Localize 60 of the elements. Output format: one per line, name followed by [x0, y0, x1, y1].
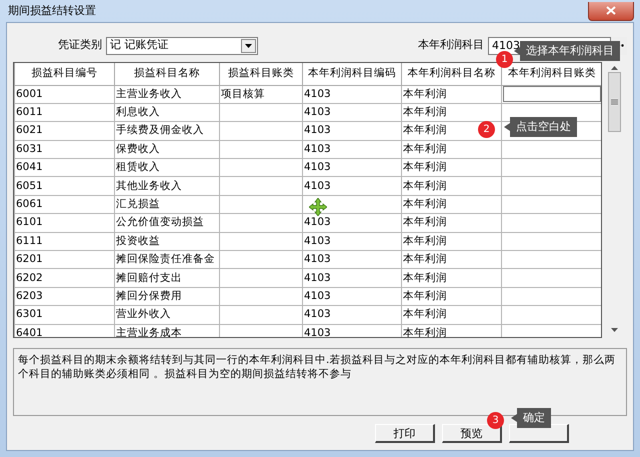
table-cell: 6111 [14, 232, 114, 251]
table-cell: 本年利润 [402, 85, 502, 104]
callout-tooltip: 点击空白处 [504, 117, 577, 137]
table-cell: 4103 [302, 268, 402, 288]
profit-account-label: 本年利润科目 [418, 37, 484, 54]
table-cell: 本年利润 [402, 306, 502, 324]
table-cell: 主营业务收入 [114, 85, 220, 104]
table-cell: 本年利润 [402, 158, 502, 177]
table-cell: 6301 [14, 306, 114, 324]
window-title: 期间损益结转设置 [7, 2, 96, 19]
table-cell: 4103 [302, 250, 402, 269]
table-cell: 6061 [14, 195, 114, 214]
table-cell: 4103 [302, 103, 402, 122]
table-cell: 4103 [302, 214, 402, 232]
table-cell: 6021 [14, 122, 114, 140]
table-cell: 4103 [302, 324, 402, 337]
table-cell: 汇兑损益 [114, 195, 220, 214]
table-cell: 6051 [14, 176, 114, 196]
table-cell: 本年利润 [402, 324, 502, 337]
table-cell: 4103 [302, 85, 402, 104]
table-cell: 6202 [14, 268, 114, 288]
table-cell: 摊回分保费用 [114, 287, 220, 306]
table-cell: 项目核算 [220, 85, 302, 104]
table-cell: 投资收益 [114, 232, 220, 251]
table-cell: 6203 [14, 287, 114, 306]
table-cell: 本年利润 [402, 268, 502, 288]
table-cell: 6041 [14, 158, 114, 177]
table-cell: 本年利润 [402, 140, 502, 159]
table-cell: 本年利润 [402, 176, 502, 196]
table-cell: 4103 [302, 140, 402, 159]
table-cell: 利息收入 [114, 103, 220, 122]
table-cell: 主营业务成本 [114, 324, 220, 337]
table-cell: 本年利润 [402, 287, 502, 306]
table-cell: 保费收入 [114, 140, 220, 159]
voucher-type-label: 凭证类别 [58, 37, 102, 54]
table-cell: 6101 [14, 214, 114, 232]
table-cell: 6011 [14, 103, 114, 122]
table-cell: 本年利润 [402, 214, 502, 232]
table-cell: 6001 [14, 85, 114, 104]
table-cell: 6201 [14, 250, 114, 269]
table-cell: 本年利润 [402, 195, 502, 214]
table-cell: 租赁收入 [114, 158, 220, 177]
voucher-type-value: 记 记账凭证 [110, 37, 168, 54]
table-cell: 4103 [302, 176, 402, 196]
table-cell: 本年利润 [402, 103, 502, 122]
table-cell: 本年利润 [402, 250, 502, 269]
table-cell: 4103 [302, 122, 402, 140]
table-cell: 营业外收入 [114, 306, 220, 324]
table-cell: 摊回保险责任准备金 [114, 250, 220, 269]
table-cell: 6401 [14, 324, 114, 337]
table-cell: 本年利润 [402, 232, 502, 251]
table-cell: 6031 [14, 140, 114, 159]
table-cell: 其他业务收入 [114, 176, 220, 196]
table-cell: 摊回赔付支出 [114, 268, 220, 288]
table-cell: 手续费及佣金收入 [114, 122, 220, 140]
table-cell: 4103 [302, 232, 402, 251]
table-cell: 4103 [302, 306, 402, 324]
table-cell: 4103 [302, 287, 402, 306]
table-cell: 公允价值变动损益 [114, 214, 220, 232]
table-cell: 4103 [302, 158, 402, 177]
